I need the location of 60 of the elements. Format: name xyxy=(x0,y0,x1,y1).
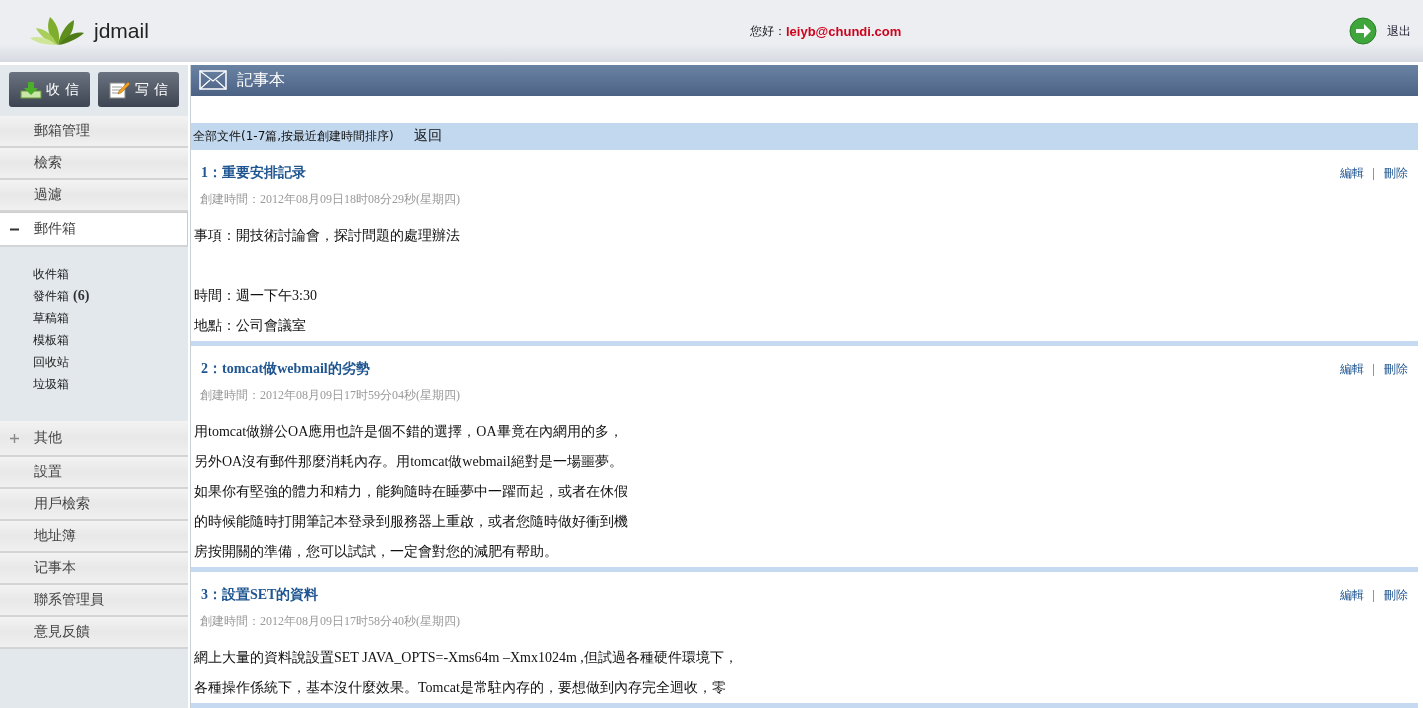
sidebar-menu-item[interactable]: 檢索 xyxy=(0,148,188,180)
user-email: leiyb@chundi.com xyxy=(786,23,902,39)
separator: | xyxy=(1372,165,1375,181)
envelope-icon xyxy=(199,70,227,91)
sidebar-menu-item[interactable]: 用戶檢索 xyxy=(0,489,188,521)
note-text-line: 各種操作係統下，基本沒什麼效果。Tomcat是常駐內存的，要想做到內存完全迴收，零 xyxy=(194,679,727,697)
folder-label: 其他 xyxy=(34,429,62,447)
back-link[interactable]: 返回 xyxy=(413,127,442,146)
separator: | xyxy=(1372,587,1375,603)
created-time: 創建時間：2012年08月09日17时59分04秒(星期四) xyxy=(200,386,460,404)
sidebar-menu-item[interactable]: 记事本 xyxy=(0,553,188,585)
delete-link[interactable]: 刪除 xyxy=(1384,360,1408,378)
note-text-line: 房按開關的準備，您可以試試，一定會對您的減肥有帮助。 xyxy=(194,543,559,561)
edit-link[interactable]: 編輯 xyxy=(1339,360,1364,378)
sidebar-folder[interactable]: 其他 xyxy=(0,421,188,457)
note-title: 2：tomcat做webmail的劣勢 xyxy=(201,360,370,378)
greeting-label: 您好： xyxy=(750,22,786,40)
mailbox-link[interactable]: 回收站 xyxy=(33,351,69,373)
sidebar-menu-item[interactable]: 意見反饋 xyxy=(0,617,188,649)
leaf-logo-icon xyxy=(30,16,86,46)
sidebar-menu-item[interactable]: 郵箱管理 xyxy=(0,116,188,148)
note-text-line: 地點：公司會議室 xyxy=(194,317,307,335)
logo-text: jdmail xyxy=(94,19,149,43)
delete-link[interactable]: 刪除 xyxy=(1384,586,1408,604)
note-text-line: 網上大量的資料說設置SET JAVA_OPTS=-Xms64m –Xmx1024m ,但試過各種硬件環境下， xyxy=(194,649,739,667)
sidebar-folder[interactable]: 郵件箱 xyxy=(0,212,188,247)
receive-mail-button[interactable]: 收 信 xyxy=(9,72,90,107)
sidebar-menu-item[interactable]: 過濾 xyxy=(0,180,188,212)
folder-label: 郵件箱 xyxy=(34,220,76,238)
note-text-line: 另外OA沒有郵件那麼消耗內存。用tomcat做webmail絕對是一場噩夢。 xyxy=(194,453,624,471)
download-tray-icon xyxy=(20,80,43,99)
note-title: 1：重要安排記录 xyxy=(201,164,306,182)
note-text-line: 的時候能隨時打開筆記本登录到服務器上重啟，或者您隨時做好衝到機 xyxy=(194,513,629,531)
mailbox-link[interactable]: 發件箱 (6) xyxy=(33,285,90,307)
created-time: 創建時間：2012年08月09日18时08分29秒(星期四) xyxy=(200,190,460,208)
note-text-line: 如果你有堅強的體力和精力，能夠隨時在睡夢中一躍而起，或者在休假 xyxy=(194,483,629,501)
minus-icon xyxy=(10,227,19,231)
note-text-line: 事項：開技術討論會，探討問題的處理辦法 xyxy=(194,227,461,245)
separator: | xyxy=(1372,361,1375,377)
compose-mail-button[interactable]: 写 信 xyxy=(98,72,179,107)
mailbox-link[interactable]: 草稿箱 xyxy=(33,307,69,329)
sidebar-menu-item[interactable]: 聯系管理員 xyxy=(0,585,188,617)
delete-link[interactable]: 刪除 xyxy=(1384,164,1408,182)
panel-title: 記事本 xyxy=(237,69,285,91)
mailbox-link[interactable]: 垃圾箱 xyxy=(33,373,69,395)
edit-link[interactable]: 編輯 xyxy=(1339,164,1364,182)
notepad-pencil-icon xyxy=(109,80,132,99)
sidebar-menu-item[interactable]: 地址簿 xyxy=(0,521,188,553)
list-summary: 全部文件(1-7篇,按最近創建時間排序) xyxy=(193,127,394,145)
note-text-line: 時間：週一下午3:30 xyxy=(194,287,318,305)
note-text-line: 用tomcat做辦公OA應用也許是個不錯的選擇，OA畢竟在內網用的多， xyxy=(194,423,624,441)
created-time: 創建時間：2012年08月09日17时58分40秒(星期四) xyxy=(200,612,460,630)
mailbox-link[interactable]: 收件箱 xyxy=(33,263,69,285)
sidebar-menu-item[interactable]: 設置 xyxy=(0,457,188,489)
mailbox-link[interactable]: 模板箱 xyxy=(33,329,69,351)
plus-icon xyxy=(10,433,19,443)
logout-link[interactable]: 退出 xyxy=(1349,17,1411,45)
arrow-right-icon xyxy=(1349,17,1377,45)
note-title: 3：設置SET的資料 xyxy=(201,586,319,604)
edit-link[interactable]: 編輯 xyxy=(1339,586,1364,604)
